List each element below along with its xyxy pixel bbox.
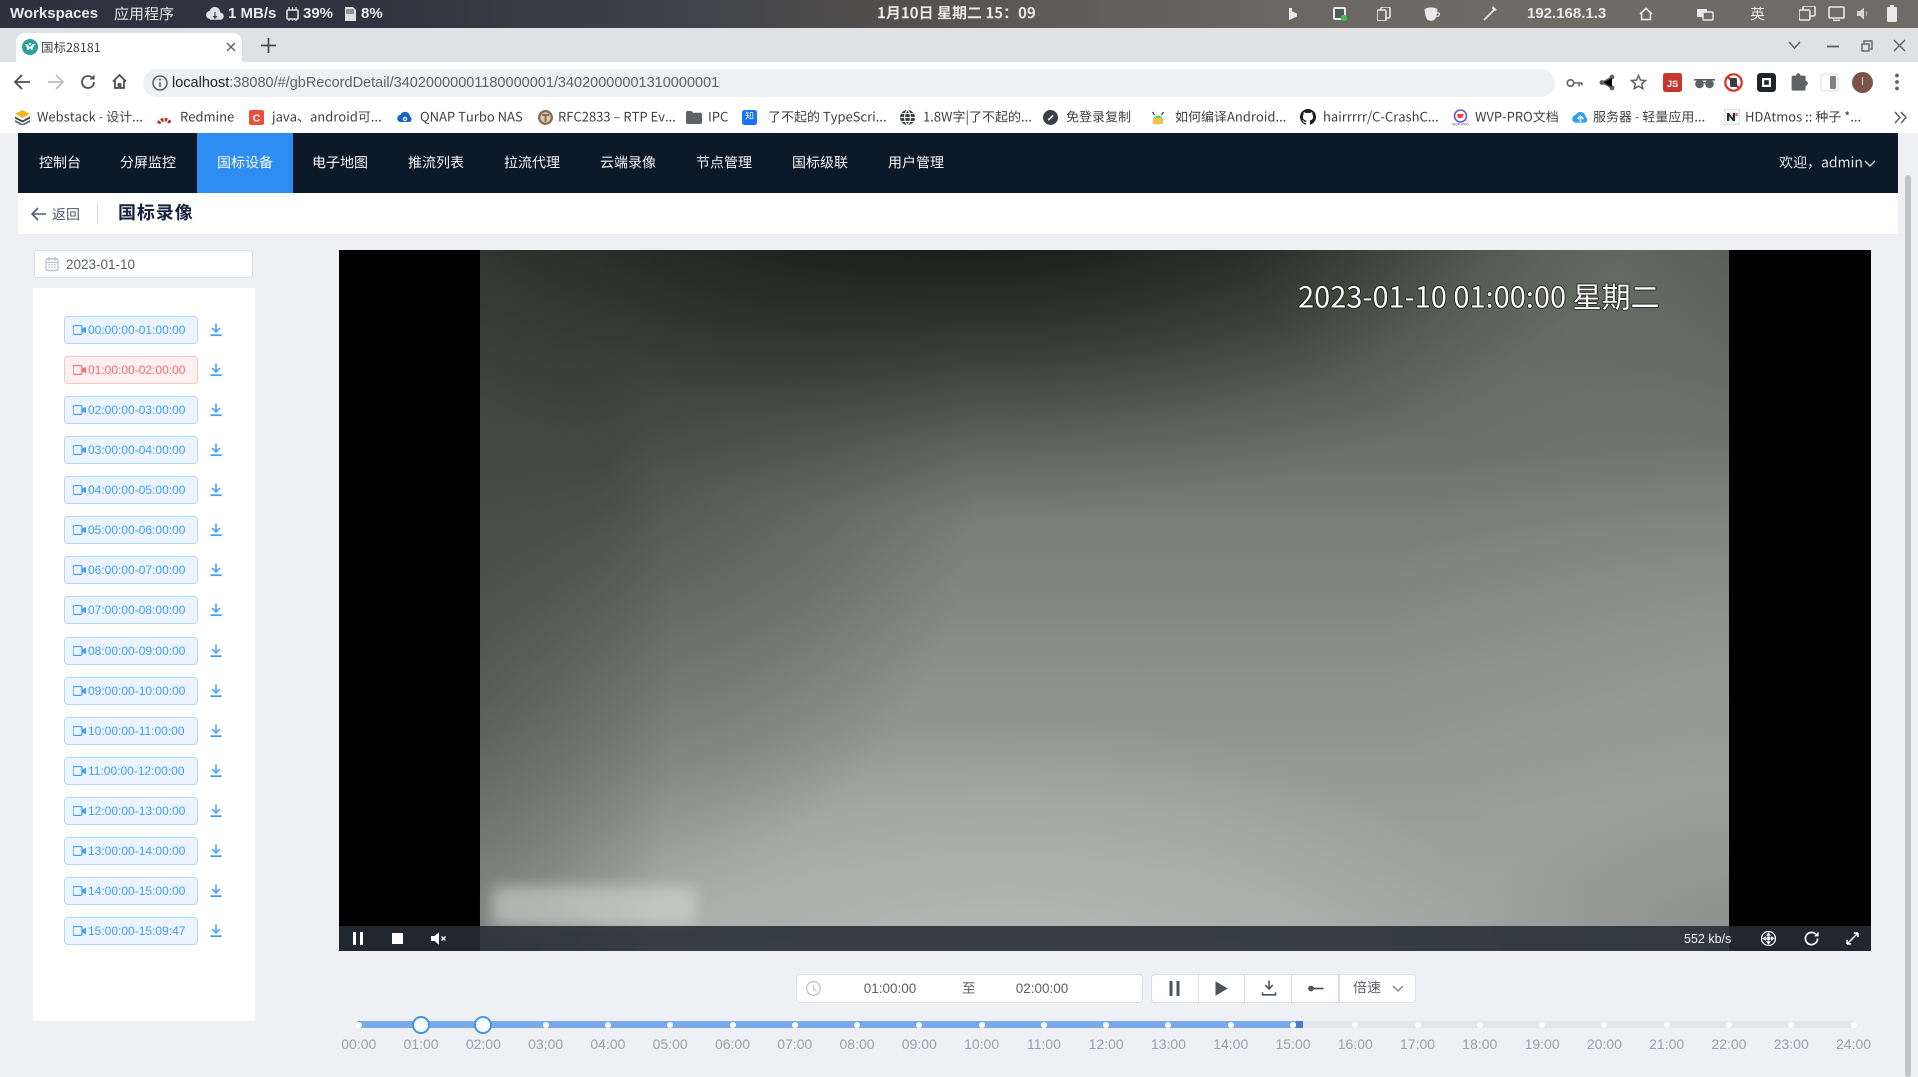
svg-text:JS: JS: [1667, 79, 1679, 90]
svg-text:WVP-PRO: WVP-PRO: [1452, 123, 1469, 127]
svg-text:C: C: [253, 113, 261, 125]
